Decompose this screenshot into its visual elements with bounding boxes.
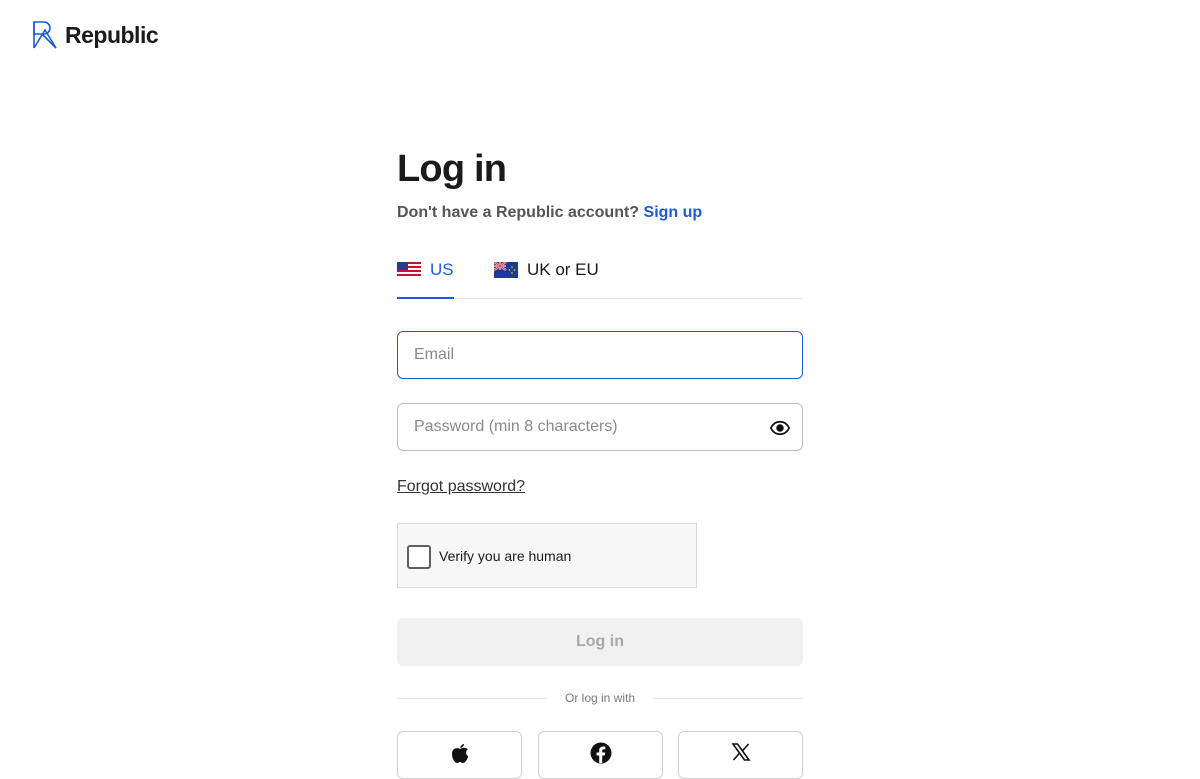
facebook-icon	[590, 742, 611, 764]
divider-line-right	[653, 698, 803, 699]
signup-link[interactable]: Sign up	[644, 204, 703, 221]
captcha-checkbox[interactable]	[407, 545, 431, 569]
captcha-widget: Verify you are human	[397, 523, 697, 588]
page-title: Log in	[397, 148, 507, 190]
apple-icon	[451, 744, 468, 763]
us-flag-icon	[397, 262, 421, 278]
brand-logo[interactable]: Republic	[32, 20, 159, 50]
signup-prompt: Don't have a Republic account? Sign up	[397, 204, 702, 222]
captcha-label: Verify you are human	[439, 548, 572, 564]
password-field	[397, 403, 803, 451]
signup-prompt-text: Don't have a Republic account?	[397, 204, 640, 221]
x-login-button[interactable]	[678, 731, 803, 779]
republic-logo-icon	[33, 21, 57, 49]
social-divider: Or log in with	[397, 690, 803, 706]
tab-uk-eu[interactable]: UK or EU	[494, 255, 599, 298]
facebook-login-button[interactable]	[538, 731, 663, 779]
tab-uk-eu-label: UK or EU	[527, 260, 599, 279]
brand-name: Republic	[65, 21, 159, 48]
forgot-password-link[interactable]: Forgot password?	[397, 478, 525, 496]
uk-eu-flag-icon	[494, 262, 518, 278]
x-icon	[730, 743, 751, 761]
region-tabs: US UK or EU	[397, 255, 803, 299]
eye-icon[interactable]	[770, 418, 790, 438]
tab-us[interactable]: US	[397, 255, 454, 299]
login-button[interactable]: Log in	[397, 618, 803, 666]
email-input[interactable]	[398, 332, 802, 378]
password-input[interactable]	[398, 404, 802, 450]
email-field	[397, 331, 803, 379]
apple-login-button[interactable]	[397, 731, 522, 779]
tab-us-label: US	[430, 260, 454, 279]
